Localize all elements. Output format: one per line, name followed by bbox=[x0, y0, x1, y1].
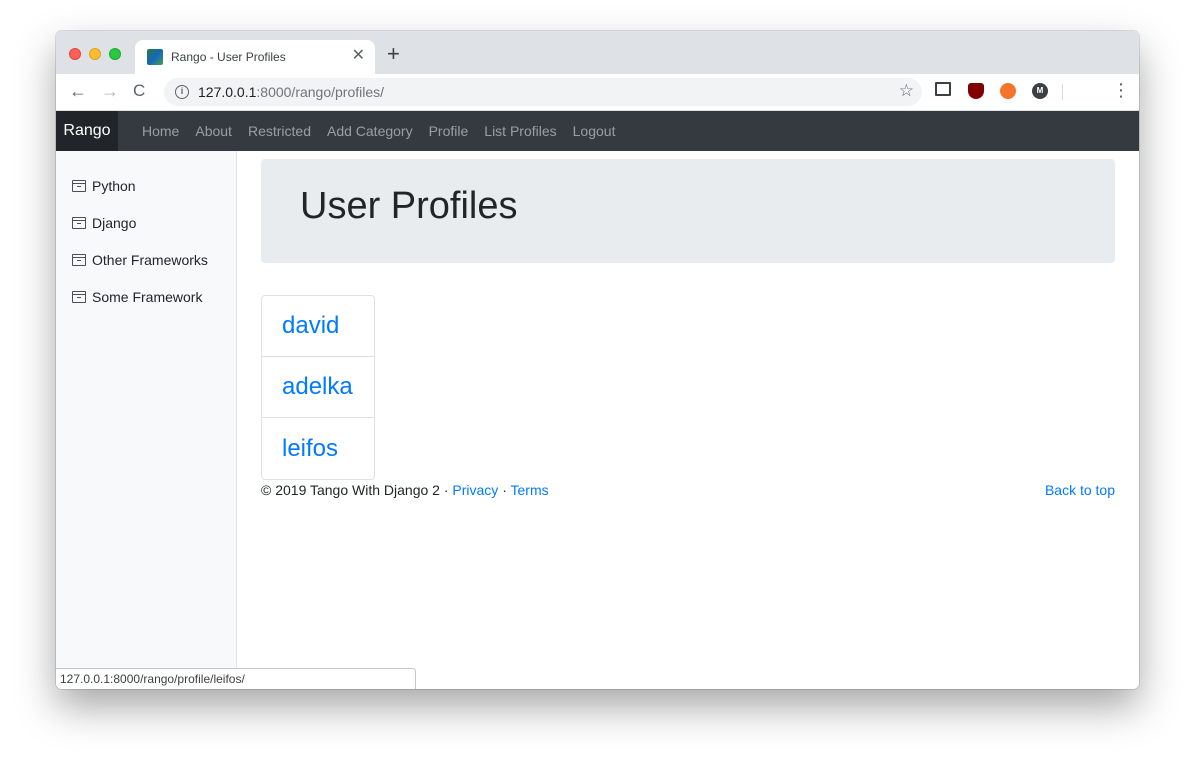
footer-copyright: © 2019 Tango With Django 2 · Privacy · T… bbox=[261, 482, 549, 498]
profile-link-david[interactable]: david bbox=[262, 296, 374, 357]
footer-separator: · bbox=[498, 482, 511, 498]
navbar-links: Home About Restricted Add Category Profi… bbox=[142, 111, 631, 151]
nav-link-about[interactable]: About bbox=[195, 123, 232, 139]
sidebar-item-python[interactable]: Python bbox=[72, 176, 136, 196]
browser-toolbar: ← → C i 127.0.0.1:8000/rango/profiles/ ☆… bbox=[56, 74, 1139, 111]
category-sidebar: Python Django Other Frameworks Some Fram… bbox=[56, 151, 237, 689]
toolbar-divider bbox=[1062, 84, 1063, 100]
archive-icon bbox=[72, 291, 86, 303]
copyright-text: © 2019 Tango With Django 2 · bbox=[261, 482, 453, 498]
page-content: Rango Home About Restricted Add Category… bbox=[56, 111, 1139, 689]
url-host: 127.0.0.1 bbox=[198, 84, 257, 100]
m-extension-icon[interactable]: M bbox=[1032, 83, 1048, 99]
sidebar-item-label: Python bbox=[92, 178, 136, 194]
url-path: :8000/rango/profiles/ bbox=[256, 84, 385, 100]
sidebar-item-other-frameworks[interactable]: Other Frameworks bbox=[72, 250, 208, 270]
browser-tab[interactable]: Rango - User Profiles ✕ bbox=[135, 40, 375, 74]
address-bar[interactable]: i 127.0.0.1:8000/rango/profiles/ ☆ bbox=[164, 78, 922, 106]
new-tab-button[interactable]: + bbox=[387, 43, 400, 65]
archive-icon bbox=[72, 217, 86, 229]
screen-capture-icon[interactable] bbox=[935, 82, 951, 96]
site-info-icon[interactable]: i bbox=[175, 85, 189, 99]
site-navbar: Rango Home About Restricted Add Category… bbox=[56, 111, 1139, 151]
sidebar-item-label: Some Framework bbox=[92, 289, 203, 305]
nav-link-logout[interactable]: Logout bbox=[573, 123, 616, 139]
tab-close-icon[interactable]: ✕ bbox=[352, 47, 365, 65]
forward-arrow-icon[interactable]: → bbox=[101, 81, 119, 101]
sidebar-item-label: Django bbox=[92, 215, 137, 231]
privacy-link[interactable]: Privacy bbox=[452, 482, 498, 498]
maximize-window-button[interactable] bbox=[109, 48, 121, 60]
orange-extension-icon[interactable] bbox=[1000, 83, 1016, 99]
archive-icon bbox=[72, 254, 86, 266]
bookmark-star-icon[interactable]: ☆ bbox=[899, 81, 914, 101]
page-header: User Profiles bbox=[261, 159, 1115, 263]
back-arrow-icon[interactable]: ← bbox=[69, 81, 87, 101]
close-window-button[interactable] bbox=[69, 48, 81, 60]
browser-window: Rango - User Profiles ✕ + ← → C i 127.0.… bbox=[56, 31, 1139, 689]
tab-title: Rango - User Profiles bbox=[171, 50, 286, 64]
page-title: User Profiles bbox=[300, 185, 518, 227]
favicon-icon bbox=[147, 49, 163, 65]
nav-link-profile[interactable]: Profile bbox=[429, 123, 469, 139]
url-text[interactable]: 127.0.0.1:8000/rango/profiles/ bbox=[198, 84, 384, 100]
nav-link-add-category[interactable]: Add Category bbox=[327, 123, 413, 139]
profile-link-adelka[interactable]: adelka bbox=[262, 357, 374, 418]
browser-menu-icon[interactable]: ⋮ bbox=[1112, 80, 1130, 100]
navbar-brand[interactable]: Rango bbox=[56, 111, 118, 151]
nav-link-home[interactable]: Home bbox=[142, 123, 179, 139]
reload-icon[interactable]: C bbox=[133, 81, 145, 101]
profile-list: david adelka leifos bbox=[261, 295, 375, 480]
nav-link-restricted[interactable]: Restricted bbox=[248, 123, 311, 139]
ublock-shield-icon[interactable] bbox=[968, 83, 984, 99]
sidebar-item-some-framework[interactable]: Some Framework bbox=[72, 287, 202, 307]
back-to-top-link[interactable]: Back to top bbox=[1045, 482, 1115, 498]
link-status-bar: 127.0.0.1:8000/rango/profile/leifos/ bbox=[56, 668, 416, 689]
sidebar-item-django[interactable]: Django bbox=[72, 213, 136, 233]
archive-icon bbox=[72, 180, 86, 192]
sidebar-item-label: Other Frameworks bbox=[92, 252, 208, 268]
profile-link-leifos[interactable]: leifos bbox=[262, 418, 374, 479]
terms-link[interactable]: Terms bbox=[511, 482, 549, 498]
title-bar: Rango - User Profiles ✕ + bbox=[56, 31, 1139, 74]
minimize-window-button[interactable] bbox=[89, 48, 101, 60]
nav-link-list-profiles[interactable]: List Profiles bbox=[484, 123, 556, 139]
